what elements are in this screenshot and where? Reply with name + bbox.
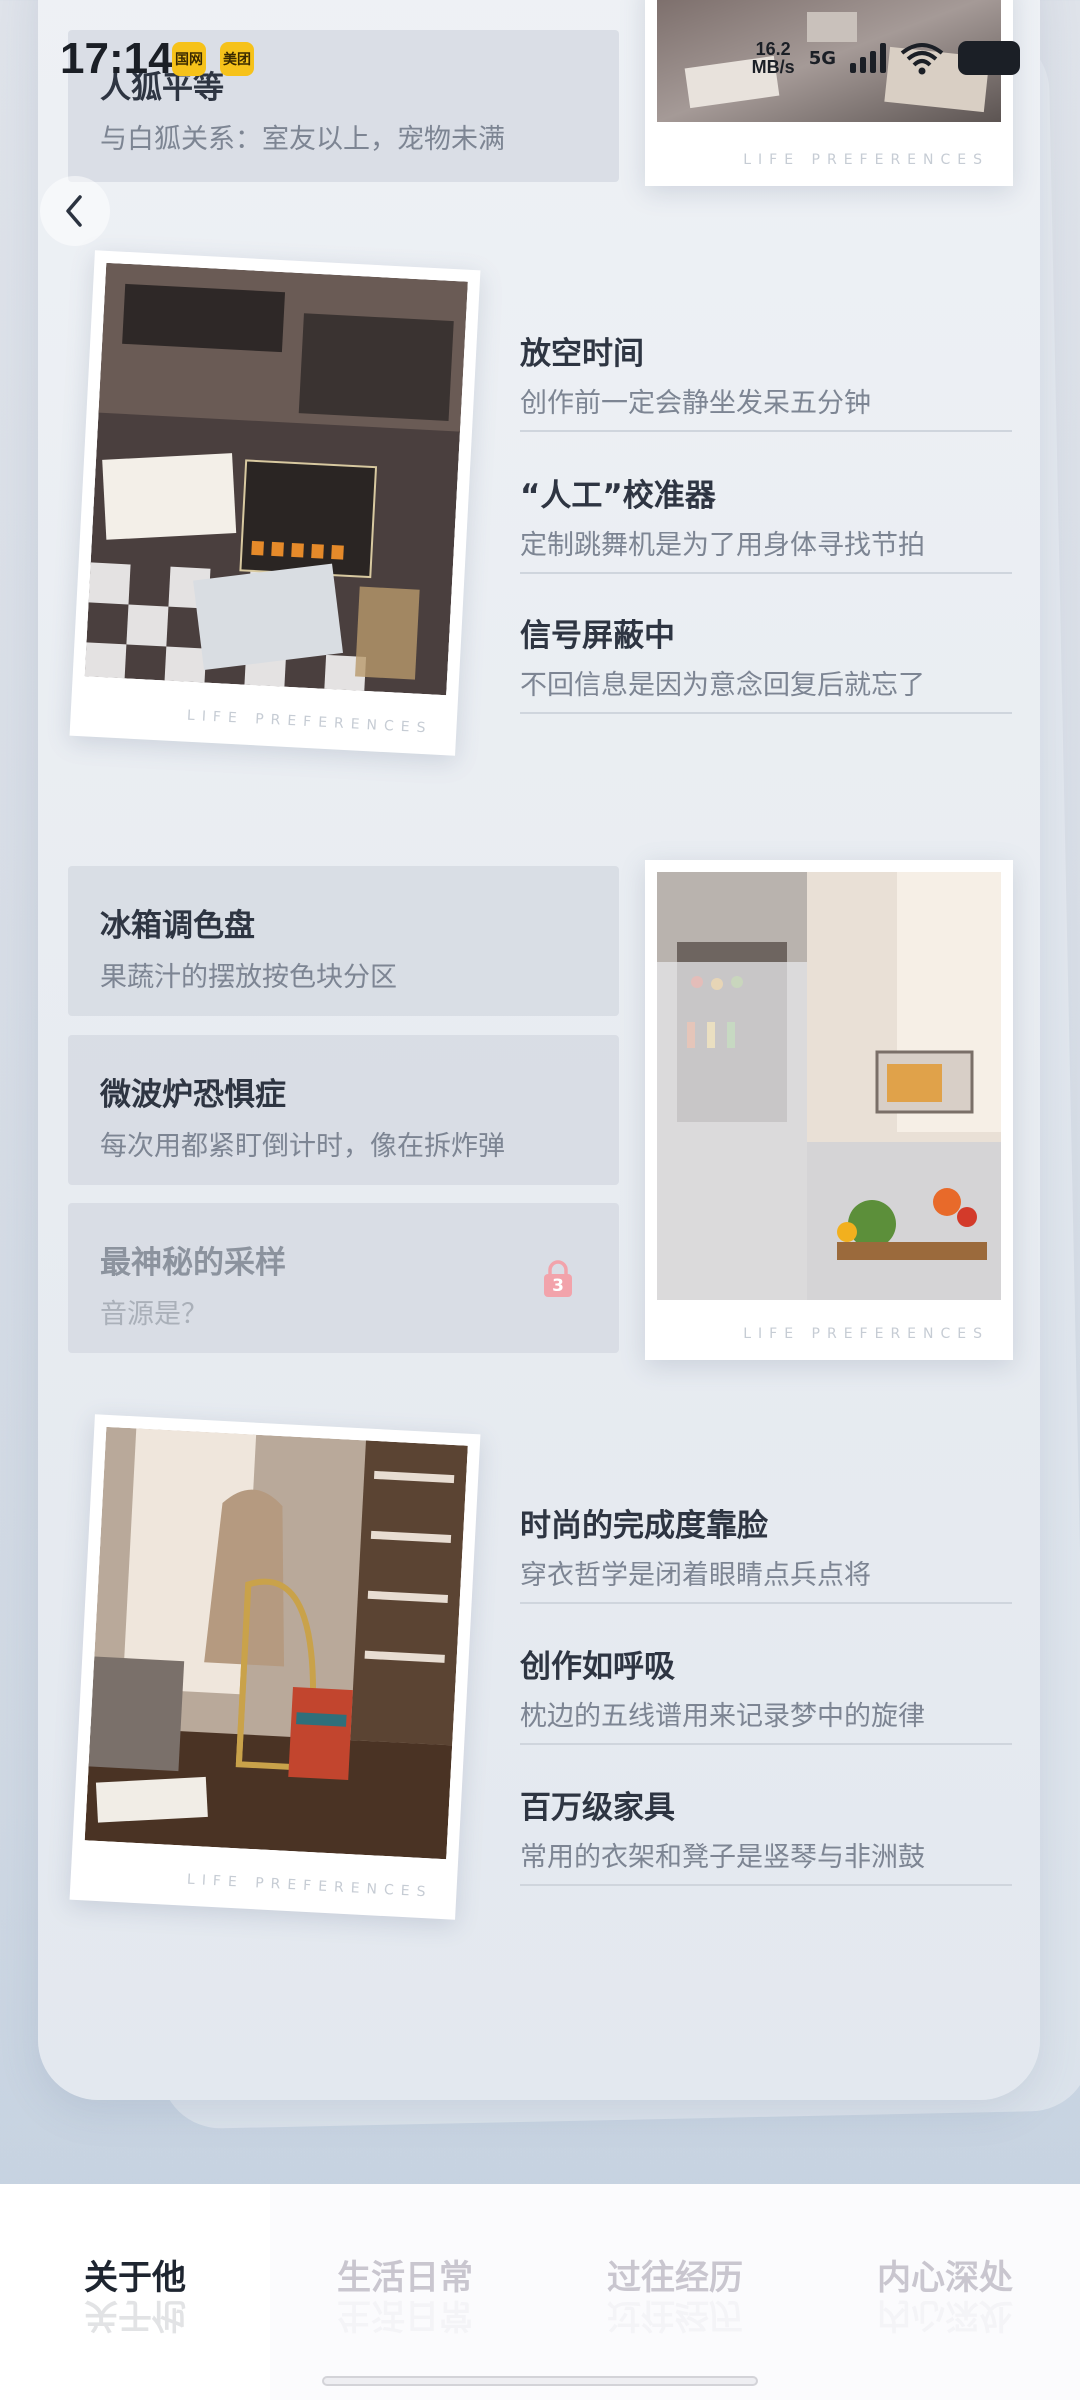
tab-past-experience[interactable]: 过往经历 — [575, 2250, 775, 2299]
item-subtitle: 与白狐关系：室友以上，宠物未满 — [100, 124, 505, 155]
item-subtitle: 果蔬汁的摆放按色块分区 — [100, 962, 397, 993]
item-subtitle: 定制跳舞机是为了用身体寻找节拍 — [520, 530, 925, 561]
tab-daily-life[interactable]: 生活日常 — [305, 2250, 505, 2299]
app-badge-guowang: 国网 — [172, 42, 206, 76]
tab-reflection: 生活日常 — [337, 2295, 473, 2335]
list-item[interactable]: 时尚的完成度靠脸 穿衣哲学是闭着眼睛点兵点将 — [520, 1500, 1012, 1604]
tab-reflection: 过往经历 — [607, 2295, 743, 2335]
item-title: 信号屏蔽中 — [520, 618, 675, 654]
photo-caption: LIFE PREFERENCES — [186, 1871, 433, 1901]
photo-card-wardrobe: LIFE PREFERENCES — [69, 1414, 481, 1920]
tab-about-him[interactable]: 关于他 — [35, 2250, 235, 2299]
item-subtitle: 创作前一定会静坐发呆五分钟 — [520, 388, 871, 419]
item-title: 创作如呼吸 — [520, 1649, 675, 1685]
preference-item[interactable]: 冰箱调色盘 果蔬汁的摆放按色块分区 — [68, 866, 619, 1016]
home-indicator[interactable] — [322, 2376, 758, 2386]
lock-number: 3 — [552, 1276, 564, 1296]
studio-photo — [84, 262, 468, 696]
status-bar: 17:14 国网 美团 16.2 MB/s 5G — [0, 0, 1080, 120]
list-item[interactable]: 创作如呼吸 枕边的五线谱用来记录梦中的旋律 — [520, 1641, 1012, 1745]
signal-icon — [850, 43, 886, 73]
item-title: 微波炉恐惧症 — [100, 1077, 286, 1113]
list-item[interactable]: 信号屏蔽中 不回信息是因为意念回复后就忘了 — [520, 610, 1012, 714]
item-subtitle: 常用的衣架和凳子是竖琴与非洲鼓 — [520, 1842, 925, 1873]
kitchen-photo — [657, 872, 1001, 1300]
wifi-icon — [900, 43, 944, 75]
back-button[interactable] — [40, 176, 110, 246]
lock-icon: 3 — [541, 1259, 575, 1303]
status-time: 17:14 — [60, 34, 173, 83]
item-subtitle: 不回信息是因为意念回复后就忘了 — [520, 670, 925, 701]
item-subtitle: 穿衣哲学是闭着眼睛点兵点将 — [520, 1560, 871, 1591]
item-title: 冰箱调色盘 — [100, 908, 255, 944]
wardrobe-photo — [84, 1426, 468, 1860]
network-speed-value: 16.2 — [755, 39, 791, 59]
chevron-left-icon — [66, 195, 82, 227]
locked-preference-item[interactable]: 最神秘的采样 音源是？ 3 — [68, 1203, 619, 1353]
network-speed-unit: MB/s — [751, 57, 795, 77]
item-title: 时尚的完成度靠脸 — [520, 1508, 768, 1544]
photo-card-studio: LIFE PREFERENCES — [69, 250, 481, 756]
item-subtitle: 枕边的五线谱用来记录梦中的旋律 — [520, 1701, 925, 1732]
tab-inner-depths[interactable]: 内心深处 — [845, 2250, 1045, 2299]
photo-caption: LIFE PREFERENCES — [743, 1326, 989, 1342]
photo-caption: LIFE PREFERENCES — [186, 707, 433, 737]
photo-card-kitchen: LIFE PREFERENCES — [645, 860, 1013, 1360]
item-title: 放空时间 — [520, 336, 644, 372]
photo-caption: LIFE PREFERENCES — [743, 152, 989, 168]
list-item[interactable]: 放空时间 创作前一定会静坐发呆五分钟 — [520, 328, 1012, 432]
status-indicators: 16.2 MB/s 5G — [752, 36, 1020, 80]
battery-icon — [958, 41, 1020, 75]
tab-reflection: 关于他 — [84, 2295, 186, 2335]
preference-item[interactable]: 微波炉恐惧症 每次用都紧盯倒计时，像在拆炸弹 — [68, 1035, 619, 1185]
item-title: “人工”校准器 — [520, 478, 716, 514]
item-subtitle: 每次用都紧盯倒计时，像在拆炸弹 — [100, 1131, 505, 1162]
tab-reflection: 内心深处 — [877, 2295, 1013, 2335]
list-item[interactable]: 百万级家具 常用的衣架和凳子是竖琴与非洲鼓 — [520, 1782, 1012, 1886]
list-item[interactable]: “人工”校准器 定制跳舞机是为了用身体寻找节拍 — [520, 470, 1012, 574]
app-badge-meituan: 美团 — [220, 42, 254, 76]
item-subtitle: 音源是？ — [100, 1299, 208, 1330]
network-speed: 16.2 MB/s — [752, 40, 795, 76]
item-title: 最神秘的采样 — [100, 1245, 286, 1281]
bottom-tab-bar: 关于他 关于他 生活日常 生活日常 过往经历 过往经历 内心深处 内心深处 — [0, 2184, 1080, 2400]
network-type: 5G — [808, 47, 836, 69]
item-title: 百万级家具 — [520, 1790, 675, 1826]
